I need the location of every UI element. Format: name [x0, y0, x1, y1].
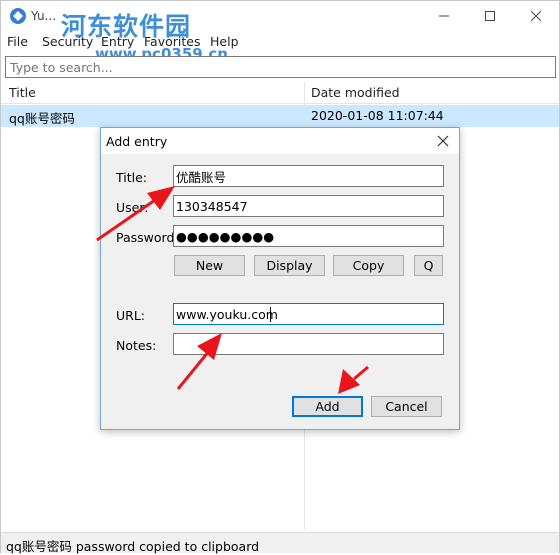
password-field[interactable] [173, 225, 444, 247]
add-button[interactable]: Add [292, 396, 363, 417]
dialog-close-button[interactable] [433, 131, 453, 151]
menu-file[interactable]: File [7, 34, 28, 49]
search-input[interactable] [6, 57, 555, 77]
display-password-button[interactable]: Display [254, 255, 325, 276]
url-field[interactable] [173, 303, 444, 325]
close-icon [530, 10, 542, 22]
url-label: URL: [116, 308, 146, 323]
status-text: qq账号密码 password copied to clipboard [6, 539, 260, 554]
row-title: qq账号密码 [9, 111, 75, 126]
menu-security[interactable]: Security [42, 34, 93, 49]
user-field[interactable] [173, 195, 444, 217]
notes-input[interactable] [174, 334, 443, 354]
app-logo-icon [10, 8, 26, 24]
add-entry-dialog: Add entry Title: User: Password New Disp… [100, 127, 460, 430]
title-field[interactable] [173, 165, 444, 187]
column-title[interactable]: Title [9, 85, 36, 100]
title-input[interactable] [174, 166, 443, 186]
window-title: Yu... [31, 9, 57, 23]
quality-button[interactable]: Q [414, 255, 443, 276]
column-date-modified[interactable]: Date modified [311, 85, 400, 100]
title-bar[interactable]: Yu... 河东软件园 [1, 1, 560, 41]
new-password-button[interactable]: New [174, 255, 245, 276]
text-caret [270, 307, 271, 322]
user-label: User: [116, 200, 149, 215]
notes-label: Notes: [116, 338, 157, 353]
maximize-icon [485, 11, 495, 21]
status-bar: qq账号密码 password copied to clipboard [1, 532, 559, 554]
title-label: Title: [116, 170, 147, 185]
dialog-title-bar[interactable]: Add entry [101, 128, 459, 154]
close-icon [437, 135, 449, 147]
search-box[interactable] [5, 56, 556, 78]
minimize-icon [439, 15, 449, 17]
table-header: Title Date modified [1, 82, 559, 104]
user-input[interactable] [174, 196, 443, 216]
notes-field[interactable] [173, 333, 444, 355]
url-input[interactable] [174, 304, 443, 324]
copy-password-button[interactable]: Copy [333, 255, 404, 276]
password-input[interactable] [174, 226, 443, 246]
close-window-button[interactable] [513, 1, 559, 31]
maximize-button[interactable] [467, 1, 513, 31]
cancel-button[interactable]: Cancel [371, 396, 442, 417]
row-date: 2020-01-08 11:07:44 [311, 108, 444, 123]
table-row[interactable]: qq账号密码 2020-01-08 11:07:44 [1, 105, 559, 127]
menu-bar: File Security Entry Favorites Help [1, 31, 560, 53]
password-label: Password [116, 230, 175, 245]
minimize-button[interactable] [421, 1, 467, 31]
dialog-title: Add entry [106, 134, 168, 149]
